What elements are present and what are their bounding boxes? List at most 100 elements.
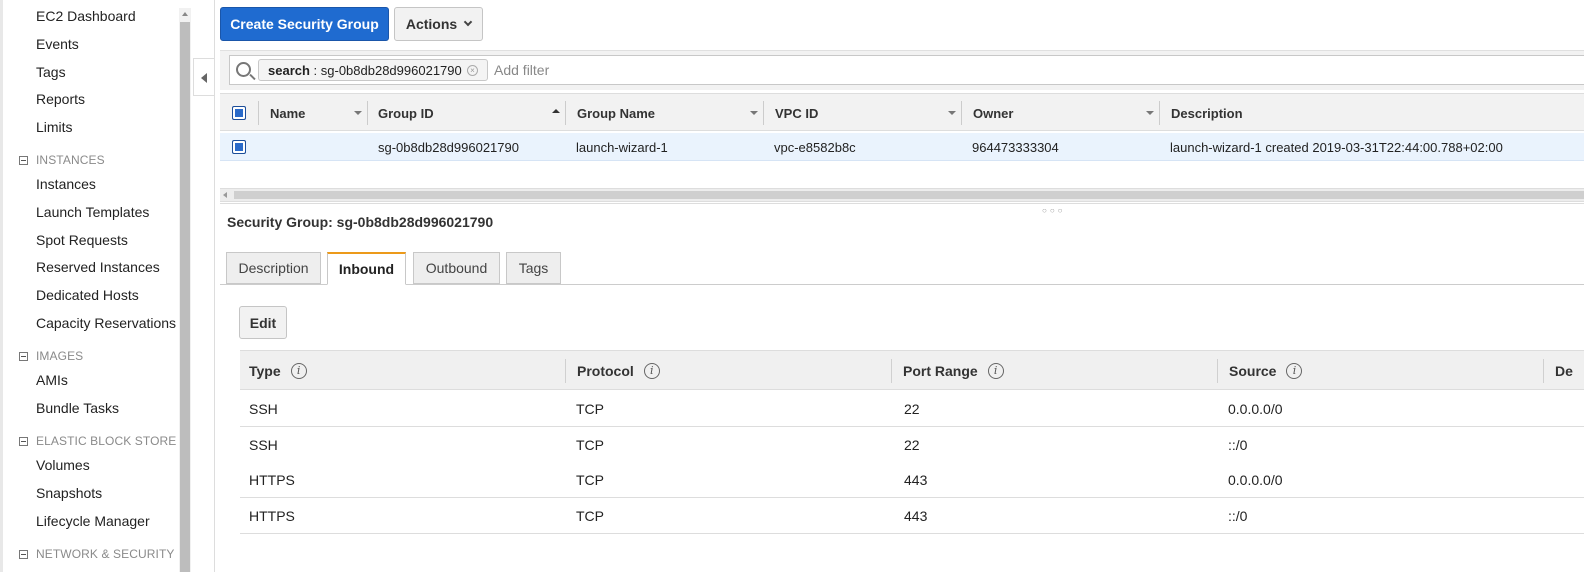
divider: [214, 0, 215, 572]
cell-protocol: TCP: [576, 508, 604, 524]
cell-protocol: TCP: [576, 437, 604, 453]
select-all-checkbox[interactable]: [232, 106, 246, 120]
create-security-group-button[interactable]: Create Security Group: [220, 7, 389, 41]
collapse-icon[interactable]: [19, 436, 28, 446]
cell-type: SSH: [249, 437, 278, 453]
sidebar-item-capacity-reservations[interactable]: Capacity Reservations: [36, 315, 176, 331]
header-label: Type: [249, 363, 281, 379]
edit-button[interactable]: Edit: [239, 306, 287, 339]
column-header-port-range: Port Range i: [903, 351, 1004, 391]
column-divider: [961, 101, 962, 125]
column-divider: [1159, 101, 1160, 125]
cell-port-range: 443: [904, 472, 928, 488]
info-icon[interactable]: i: [987, 363, 1004, 379]
sort-icon[interactable]: [948, 111, 956, 115]
table-row[interactable]: sg-0b8db28d996021790 launch-wizard-1 vpc…: [220, 133, 1584, 161]
column-header-vpc-id[interactable]: VPC ID: [775, 94, 818, 132]
filter-token-key: search: [268, 62, 310, 78]
column-header-source: Source i: [1229, 351, 1303, 391]
info-icon[interactable]: i: [643, 363, 660, 379]
table-row: HTTPS TCP 443 0.0.0.0/0: [240, 462, 1584, 498]
filter-token-value: sg-0b8db28d996021790: [320, 62, 462, 78]
cell-protocol: TCP: [576, 401, 604, 417]
sidebar-item-dedicated-hosts[interactable]: Dedicated Hosts: [36, 287, 139, 303]
scroll-up-icon[interactable]: [180, 8, 190, 20]
sidebar-item-launch-templates[interactable]: Launch Templates: [36, 204, 149, 220]
actions-button[interactable]: Actions: [394, 7, 483, 41]
sidebar-scrollbar[interactable]: [179, 8, 191, 572]
column-header-owner[interactable]: Owner: [973, 94, 1013, 132]
sidebar-item-limits[interactable]: Limits: [36, 119, 73, 135]
column-divider: [258, 101, 259, 125]
column-divider: [1543, 359, 1544, 383]
tab-outbound[interactable]: Outbound: [413, 252, 500, 284]
cell-owner: 964473333304: [972, 139, 1059, 155]
cell-source: 0.0.0.0/0: [1228, 472, 1283, 488]
row-checkbox[interactable]: [232, 140, 246, 154]
sort-ascending-icon[interactable]: [552, 109, 560, 113]
section-label: ELASTIC BLOCK STORE: [36, 434, 177, 448]
resize-handle-icon[interactable]: ○○○: [1042, 206, 1066, 215]
sidebar-item-amis[interactable]: AMIs: [36, 372, 68, 388]
sidebar-item-ec2-dashboard[interactable]: EC2 Dashboard: [36, 8, 136, 24]
sidebar-item-volumes[interactable]: Volumes: [36, 457, 90, 473]
sidebar-section-images[interactable]: IMAGES: [19, 349, 83, 363]
sidebar-item-snapshots[interactable]: Snapshots: [36, 485, 102, 501]
scroll-left-icon[interactable]: [223, 192, 227, 198]
cell-port-range: 443: [904, 508, 928, 524]
tab-description[interactable]: Description: [226, 252, 321, 284]
scrollbar-thumb[interactable]: [180, 22, 190, 572]
sort-icon[interactable]: [750, 111, 758, 115]
pane-divider: [220, 203, 1584, 204]
column-header-type: Type i: [249, 351, 307, 391]
sidebar-item-lifecycle-manager[interactable]: Lifecycle Manager: [36, 513, 150, 529]
column-header-group-id[interactable]: Group ID: [378, 94, 434, 132]
scrollbar-thumb[interactable]: [234, 191, 1584, 199]
sidebar-section-instances[interactable]: INSTANCES: [19, 153, 105, 167]
collapse-icon[interactable]: [19, 351, 28, 361]
collapse-icon[interactable]: [19, 549, 28, 559]
column-divider: [565, 359, 566, 383]
column-divider: [565, 101, 566, 125]
sidebar-item-events[interactable]: Events: [36, 36, 79, 52]
sort-icon[interactable]: [1146, 111, 1154, 115]
column-divider: [763, 101, 764, 125]
collapse-icon[interactable]: [19, 155, 28, 165]
close-icon[interactable]: ×: [467, 65, 478, 76]
groups-table-header: Name Group ID Group Name VPC ID Owner De…: [220, 93, 1584, 131]
column-header-protocol: Protocol i: [577, 351, 660, 391]
filter-token[interactable]: search : sg-0b8db28d996021790 ×: [258, 59, 488, 81]
sidebar-item-reports[interactable]: Reports: [36, 91, 85, 107]
cell-port-range: 22: [904, 401, 920, 417]
sidebar-item-tags[interactable]: Tags: [36, 64, 66, 80]
horizontal-scrollbar[interactable]: [220, 188, 1584, 202]
column-header-description[interactable]: Description: [1171, 94, 1243, 132]
sort-icon[interactable]: [354, 111, 362, 115]
column-header-name[interactable]: Name: [270, 94, 305, 132]
sidebar-item-spot-requests[interactable]: Spot Requests: [36, 232, 128, 248]
info-icon[interactable]: i: [290, 363, 307, 379]
cell-group-name: launch-wizard-1: [576, 139, 668, 155]
sidebar-item-reserved-instances[interactable]: Reserved Instances: [36, 259, 160, 275]
section-label: IMAGES: [36, 349, 84, 363]
column-header-group-name[interactable]: Group Name: [577, 94, 655, 132]
sidebar-item-instances[interactable]: Instances: [36, 176, 96, 192]
cell-description: launch-wizard-1 created 2019-03-31T22:44…: [1170, 139, 1503, 155]
cell-source: ::/0: [1228, 437, 1248, 453]
header-label: Protocol: [577, 363, 634, 379]
sidebar-section-network-security[interactable]: NETWORK & SECURITY: [19, 547, 174, 561]
tab-tags[interactable]: Tags: [506, 252, 561, 284]
cell-protocol: TCP: [576, 472, 604, 488]
column-divider: [367, 101, 368, 125]
sidebar-section-elastic-block-store[interactable]: ELASTIC BLOCK STORE: [19, 434, 176, 448]
add-filter-input[interactable]: Add filter: [494, 62, 549, 78]
sidebar-item-bundle-tasks[interactable]: Bundle Tasks: [36, 400, 119, 416]
header-label: Port Range: [903, 363, 978, 379]
tab-inbound[interactable]: Inbound: [327, 252, 406, 285]
cell-vpc-id: vpc-e8582b8c: [774, 139, 856, 155]
info-icon[interactable]: i: [1286, 363, 1303, 379]
cell-source: ::/0: [1228, 508, 1248, 524]
actions-label: Actions: [405, 16, 458, 32]
table-row: SSH TCP 22 0.0.0.0/0: [240, 391, 1584, 427]
collapse-sidebar-icon[interactable]: [193, 58, 215, 96]
